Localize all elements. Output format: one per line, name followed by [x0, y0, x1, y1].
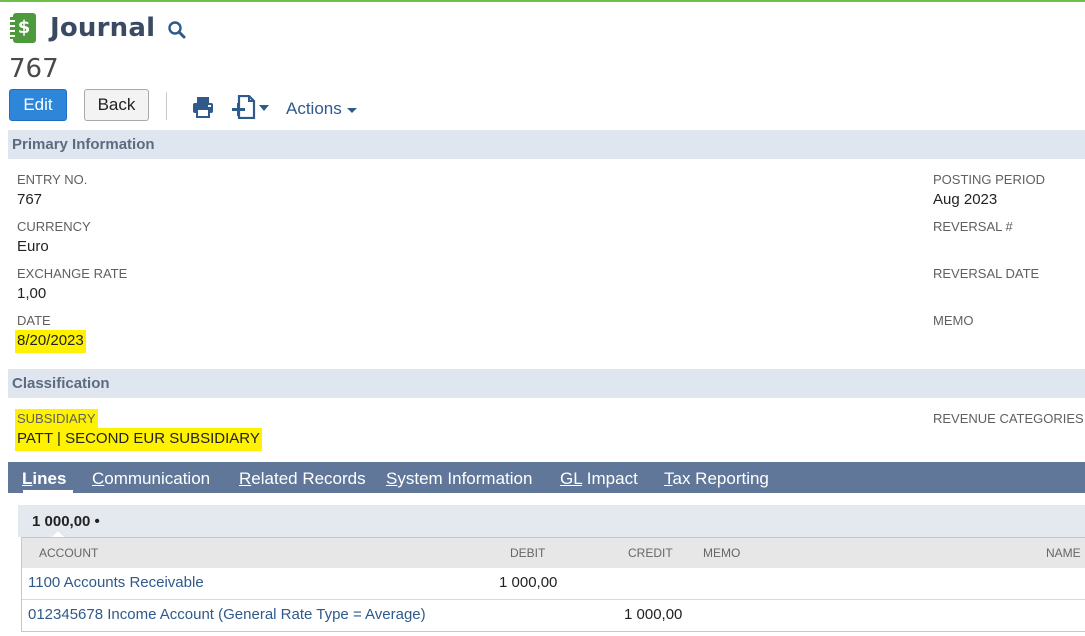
exchange-rate-label: EXCHANGE RATE	[17, 266, 128, 281]
subsidiary-highlight: PATT | SECOND EUR SUBSIDIARY	[15, 428, 262, 451]
lines-subtab-bar: 1 000,00 •	[18, 505, 1085, 537]
journal-icon: $	[10, 13, 36, 43]
tab-related-records[interactable]: Related Records	[239, 469, 366, 489]
toolbar-divider	[166, 92, 167, 120]
section-primary-information[interactable]: Primary Information	[8, 130, 1085, 159]
actions-label[interactable]: Actions	[286, 99, 342, 119]
record-tabs: Lines Communication Related Records Syst…	[8, 462, 1085, 493]
reversal-date-label: REVERSAL DATE	[933, 266, 1040, 281]
entry-no-label: ENTRY NO.	[17, 172, 88, 187]
tab-tax-reporting[interactable]: Tax Reporting	[664, 469, 769, 489]
print-icon[interactable]	[191, 95, 215, 119]
account-link[interactable]: 012345678 Income Account (General Rate T…	[28, 606, 426, 623]
lines-table: ACCOUNT DEBIT CREDIT MEMO NAME 1100 Acco…	[21, 537, 1085, 632]
subsidiary-label: SUBSIDIARY	[15, 409, 98, 430]
new-document-icon[interactable]	[231, 95, 271, 119]
back-button[interactable]: Back	[84, 89, 149, 121]
memo-label: MEMO	[933, 313, 974, 328]
table-row: 1100 Accounts Receivable 1 000,00	[22, 568, 1085, 599]
date-highlight: 8/20/2023	[15, 330, 86, 353]
posting-period-label: POSTING PERIOD	[933, 172, 1045, 187]
posting-period-value: Aug 2023	[933, 191, 998, 208]
section-classification[interactable]: Classification	[8, 369, 1085, 398]
tab-communication[interactable]: Communication	[92, 469, 210, 489]
tab-lines[interactable]: Lines	[22, 469, 66, 489]
table-row: 012345678 Income Account (General Rate T…	[22, 600, 1085, 631]
search-icon[interactable]	[167, 20, 187, 40]
column-header-account[interactable]: ACCOUNT	[39, 546, 98, 560]
table-header: ACCOUNT DEBIT CREDIT MEMO NAME	[22, 538, 1085, 568]
date-label: DATE	[17, 313, 51, 328]
actions-menu[interactable]: Actions	[286, 99, 357, 119]
account-link[interactable]: 1100 Accounts Receivable	[28, 574, 204, 591]
edit-button[interactable]: Edit	[9, 89, 67, 121]
record-number: 767	[9, 54, 59, 84]
subsidiary-label-highlight: SUBSIDIARY	[15, 409, 98, 430]
reversal-number-label: REVERSAL #	[933, 219, 1013, 234]
top-accent-line	[0, 0, 1085, 2]
subsidiary-value: PATT | SECOND EUR SUBSIDIARY	[15, 428, 262, 451]
section-title: Primary Information	[12, 136, 155, 153]
subtab-journal-lines[interactable]: 1 000,00 •	[18, 506, 114, 537]
exchange-rate-value: 1,00	[17, 285, 47, 302]
column-header-memo[interactable]: MEMO	[703, 546, 740, 560]
currency-value: Euro	[17, 238, 49, 255]
credit-cell: 1 000,00	[624, 606, 683, 623]
debit-cell: 1 000,00	[499, 574, 558, 591]
active-tab-indicator	[23, 490, 73, 493]
chevron-down-icon	[346, 107, 357, 113]
page-header: $ Journal	[10, 12, 187, 44]
chevron-down-icon	[259, 105, 269, 111]
section-title: Classification	[12, 375, 110, 392]
tab-system-information[interactable]: System Information	[386, 469, 532, 489]
column-header-name[interactable]: NAME	[1046, 546, 1081, 560]
column-header-credit[interactable]: CREDIT	[628, 546, 673, 560]
tab-gl-impact[interactable]: GL Impact	[560, 469, 638, 489]
currency-label: CURRENCY	[17, 219, 91, 234]
page-title: Journal	[50, 13, 156, 43]
date-value: 8/20/2023	[15, 330, 86, 353]
entry-no-value: 767	[17, 191, 43, 208]
column-header-debit[interactable]: DEBIT	[510, 546, 545, 560]
revenue-categories-label: REVENUE CATEGORIES	[933, 411, 1084, 426]
